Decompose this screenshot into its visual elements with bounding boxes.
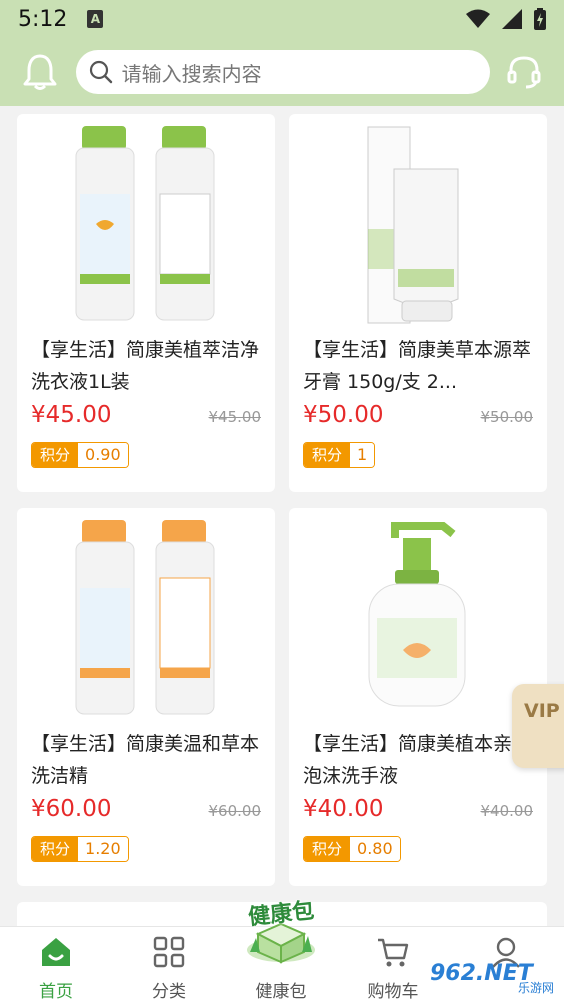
- points-badge: 积分 1: [303, 442, 376, 468]
- product-price: ¥40.00: [303, 796, 384, 822]
- product-name: 【享生活】简康美植本亲肤泡沫洗手液: [303, 733, 532, 787]
- tab-home[interactable]: 首页: [11, 927, 101, 1004]
- tab-category-label: 分类: [152, 982, 186, 1002]
- tab-cart-label: 购物车: [367, 982, 419, 1002]
- points-label: 积分: [304, 443, 351, 467]
- home-icon: [39, 935, 73, 969]
- product-image-laundry-detergent: [17, 114, 275, 334]
- product-card[interactable]: 【享生活】简康美植本亲肤泡沫洗手液 ¥40.00 ¥40.00 积分 0.80: [289, 508, 547, 886]
- vip-floating-button[interactable]: VIP: [512, 684, 564, 768]
- points-value: 0.90: [78, 443, 128, 467]
- points-badge: 积分 0.80: [303, 836, 401, 862]
- product-card[interactable]: 【享生活】简康美草本源萃牙膏 150g/支 2... ¥50.00 ¥50.00…: [289, 114, 547, 492]
- product-original-price: ¥40.00: [480, 802, 534, 820]
- product-price: ¥45.00: [31, 402, 112, 428]
- product-original-price: ¥60.00: [208, 802, 262, 820]
- product-price: ¥50.00: [303, 402, 384, 428]
- product-name: 【享生活】简康美温和草本洗洁精: [31, 733, 260, 787]
- product-card[interactable]: 【享生活】简康美植萃洁净洗衣液1L装 ¥45.00 ¥45.00 积分 0.90: [17, 114, 275, 492]
- search-icon: [89, 60, 112, 84]
- points-value: 1.20: [78, 837, 128, 861]
- product-price: ¥60.00: [31, 796, 112, 822]
- tab-home-label: 首页: [39, 982, 73, 1002]
- category-icon: [152, 935, 186, 969]
- battery-icon: [534, 8, 546, 30]
- points-label: 积分: [304, 837, 351, 861]
- points-label: 积分: [32, 837, 79, 861]
- product-image-dish-soap: [17, 508, 275, 728]
- tab-health-label: 健康包: [255, 982, 307, 1002]
- product-name: 【享生活】简康美草本源萃牙膏 150g/支 2...: [303, 339, 532, 393]
- points-label: 积分: [32, 443, 79, 467]
- status-bar: 5:12 A: [0, 0, 564, 38]
- status-time: 5:12: [18, 6, 68, 32]
- health-pack-badge-text: 健康包: [247, 898, 316, 931]
- product-name: 【享生活】简康美植萃洁净洗衣液1L装: [31, 339, 260, 393]
- product-card[interactable]: 【享生活】简康美温和草本洗洁精 ¥60.00 ¥60.00 积分 1.20: [17, 508, 275, 886]
- points-value: 0.80: [350, 837, 400, 861]
- bell-icon[interactable]: [20, 52, 60, 92]
- watermark-logo: 962.NET 乐游网: [424, 948, 564, 998]
- health-pack-badge[interactable]: 健康包: [236, 890, 326, 966]
- customer-service-icon[interactable]: [504, 52, 544, 92]
- top-header: 请输入搜索内容: [0, 38, 564, 106]
- search-input[interactable]: 请输入搜索内容: [75, 50, 491, 94]
- vip-label: VIP: [524, 700, 560, 722]
- wifi-icon: [466, 9, 490, 28]
- watermark-subtext: 乐游网: [517, 981, 554, 995]
- product-image-toothpaste: [289, 114, 547, 334]
- signal-icon: [502, 9, 522, 29]
- product-image-hand-soap: [289, 508, 547, 728]
- notification-icon: A: [87, 10, 104, 28]
- points-badge: 积分 0.90: [31, 442, 129, 468]
- status-icons: [466, 8, 546, 30]
- tab-category[interactable]: 分类: [124, 927, 214, 1004]
- points-badge: 积分 1.20: [31, 836, 129, 862]
- search-placeholder: 请输入搜索内容: [121, 61, 262, 86]
- product-original-price: ¥50.00: [480, 408, 534, 426]
- points-value: 1: [350, 443, 375, 467]
- product-original-price: ¥45.00: [208, 408, 262, 426]
- cart-icon: [376, 935, 410, 969]
